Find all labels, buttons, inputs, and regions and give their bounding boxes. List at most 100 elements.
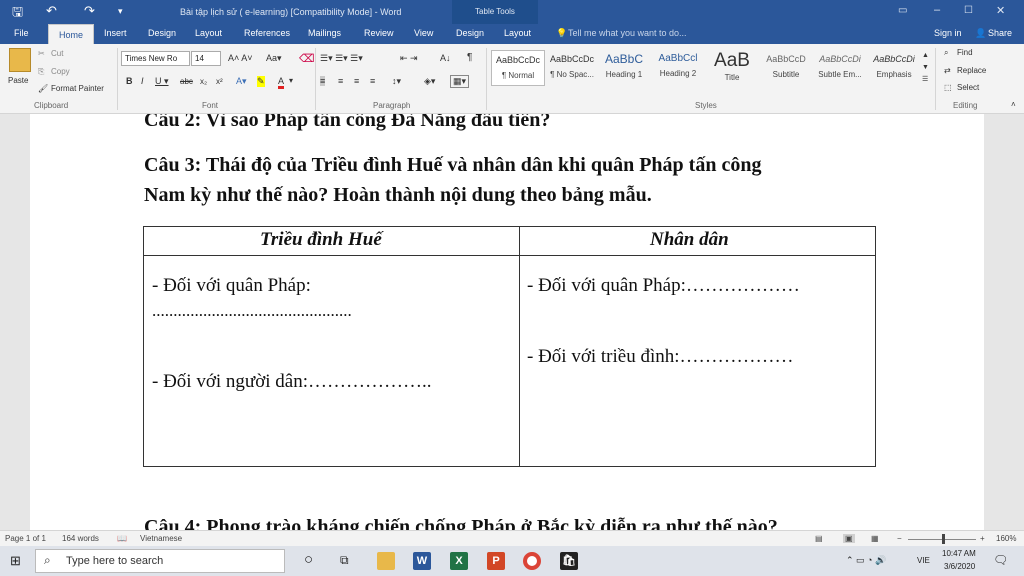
minimize-icon[interactable]: – — [934, 4, 940, 16]
subscript-button[interactable]: x₂ — [200, 77, 207, 86]
close-icon[interactable]: ✕ — [996, 4, 1005, 17]
tab-layout[interactable]: Layout — [195, 28, 222, 38]
tray-icons[interactable]: ⌃ ▭ ◔ 🔊 — [846, 555, 886, 566]
page[interactable]: Câu 2: Vì sao Pháp tấn công Đà Nẵng đầu … — [30, 114, 984, 530]
align-left-icon[interactable]: ≡ — [320, 76, 326, 86]
proofing-icon[interactable]: 📖 — [117, 534, 127, 543]
show-marks-icon[interactable]: ¶ — [467, 52, 472, 63]
ribbon-display-icon[interactable]: ▭ — [898, 5, 907, 16]
style-heading-1[interactable]: AaBbC Heading 1 — [597, 50, 651, 86]
find-button[interactable]: Find — [957, 48, 973, 57]
page-count[interactable]: Page 1 of 1 — [5, 534, 46, 543]
replace-button[interactable]: Replace — [957, 66, 986, 75]
input-language[interactable]: VIE — [917, 556, 930, 565]
tab-design[interactable]: Design — [148, 28, 176, 38]
align-right-icon[interactable]: ≡ — [354, 76, 359, 86]
select-button[interactable]: Select — [957, 83, 979, 92]
change-case-icon[interactable]: Aa▾ — [266, 53, 282, 64]
line-spacing-icon[interactable]: ↕▾ — [392, 76, 401, 87]
cut-button[interactable]: Cut — [51, 49, 63, 58]
collapse-ribbon-icon[interactable]: ˄ — [1011, 100, 1016, 109]
excel-icon[interactable]: X — [450, 552, 468, 570]
cortana-icon[interactable]: ○ — [304, 551, 313, 568]
taskbar-search-input[interactable]: Type here to search — [35, 549, 285, 573]
file-explorer-icon[interactable] — [377, 552, 395, 570]
clock-time[interactable]: 10:47 AM — [942, 549, 976, 558]
zoom-out-icon[interactable]: − — [897, 534, 902, 543]
word-count[interactable]: 164 words — [62, 534, 99, 543]
save-icon[interactable]: 🖫 — [12, 3, 23, 25]
zoom-slider-thumb[interactable] — [942, 534, 945, 544]
tab-table-design[interactable]: Design — [456, 28, 484, 38]
indent-icon[interactable]: ⇤ ⇥ — [400, 53, 418, 64]
style-normal[interactable]: AaBbCcDc ¶ Normal — [491, 50, 545, 86]
justify-icon[interactable]: ≡ — [370, 76, 375, 86]
tell-me-box[interactable]: Tell me what you want to do... — [568, 28, 687, 38]
read-mode-icon[interactable]: ▤ — [815, 534, 823, 543]
underline-button[interactable]: U ▾ — [155, 76, 169, 87]
tab-references[interactable]: References — [244, 28, 290, 38]
clear-formatting-icon[interactable]: ⌫ — [299, 52, 315, 65]
strikethrough-button[interactable]: abc — [180, 77, 193, 86]
table-header-trieu-dinh: Triều đình Huế — [260, 229, 382, 250]
text-effects-icon[interactable]: A▾ — [236, 76, 247, 87]
style-no-spacing[interactable]: AaBbCcDc ¶ No Spac... — [545, 50, 599, 86]
answer-table[interactable]: Triều đình Huế Nhân dân - Đối với quân P… — [143, 226, 876, 467]
tab-insert[interactable]: Insert — [104, 28, 127, 38]
font-name-select[interactable]: Times New Ro — [121, 51, 190, 66]
style-subtitle[interactable]: AaBbCcD Subtitle — [759, 50, 813, 86]
style-heading-2[interactable]: AaBbCcl Heading 2 — [651, 50, 705, 86]
italic-button[interactable]: I — [141, 76, 144, 86]
web-layout-icon[interactable]: ▦ — [871, 534, 879, 543]
copy-button[interactable]: Copy — [51, 67, 70, 76]
notifications-icon[interactable]: 🗨 — [993, 553, 1008, 567]
print-layout-icon[interactable]: ▣ — [843, 534, 855, 543]
paste-icon[interactable] — [9, 48, 31, 72]
sign-in-link[interactable]: Sign in — [934, 28, 962, 38]
highlight-icon[interactable]: ✎ — [257, 76, 265, 87]
style-title[interactable]: AaB Title — [705, 50, 759, 86]
style-subtle-emphasis[interactable]: AaBbCcDi Subtle Em... — [813, 50, 867, 86]
customize-qat-icon[interactable]: ▾ — [118, 6, 123, 17]
style-sample: AaB — [714, 50, 750, 71]
style-sample: AaBbCcDc — [495, 55, 540, 65]
tab-table-layout[interactable]: Layout — [504, 28, 531, 38]
word-icon[interactable]: W — [413, 552, 431, 570]
language-indicator[interactable]: Vietnamese — [140, 534, 182, 543]
grow-font-icon[interactable]: A˄ A˅ — [228, 53, 253, 63]
zoom-level[interactable]: 160% — [996, 534, 1016, 543]
superscript-button[interactable]: x² — [216, 77, 223, 86]
task-view-icon[interactable]: ⧉ — [340, 553, 349, 568]
style-emphasis[interactable]: AaBbCcDi Emphasis — [867, 50, 921, 86]
clipboard-group-label: Clipboard — [34, 101, 69, 110]
font-size-select[interactable]: 14 — [191, 51, 221, 66]
font-color-icon[interactable]: A — [278, 76, 285, 89]
bold-button[interactable]: B — [126, 76, 133, 86]
redo-icon[interactable]: ↷ — [84, 3, 95, 19]
paste-button[interactable]: Paste — [8, 76, 28, 85]
undo-icon[interactable]: ↶ — [46, 3, 57, 19]
windows-start-icon[interactable]: ⊞ — [10, 553, 21, 569]
style-name: Heading 1 — [605, 70, 643, 79]
styles-scroll-icon[interactable]: ▲ ▼ ☰ — [922, 50, 929, 86]
shading-icon[interactable]: ◈▾ — [424, 76, 435, 87]
bullets-icon[interactable]: ☰▾ ☰▾ ☰▾ — [320, 53, 363, 64]
align-center-icon[interactable]: ≡ — [338, 76, 343, 86]
tab-review[interactable]: Review — [364, 28, 394, 38]
powerpoint-icon[interactable]: P — [487, 552, 505, 570]
tab-home[interactable]: Home — [48, 24, 95, 44]
chrome-icon[interactable] — [523, 552, 541, 570]
maximize-icon[interactable]: ☐ — [964, 5, 973, 16]
tab-view[interactable]: View — [414, 28, 433, 38]
store-icon[interactable]: 🛍 — [560, 552, 578, 570]
borders-icon[interactable]: ▦▾ — [450, 75, 470, 88]
tab-file[interactable]: File — [14, 28, 29, 38]
zoom-in-icon[interactable]: + — [980, 534, 985, 543]
sort-icon[interactable]: A↓ — [440, 53, 451, 63]
clock-date[interactable]: 3/6/2020 — [944, 562, 975, 571]
format-painter-button[interactable]: Format Painter — [51, 84, 104, 93]
taskbar: ⊞ Type here to search ⌕ ○ ⧉ W X P 🛍 ⌃ ▭ … — [0, 546, 1024, 576]
tab-mailings[interactable]: Mailings — [308, 28, 341, 38]
font-color-dropdown-icon[interactable]: ▾ — [289, 76, 293, 85]
share-button[interactable]: Share — [988, 28, 1012, 38]
